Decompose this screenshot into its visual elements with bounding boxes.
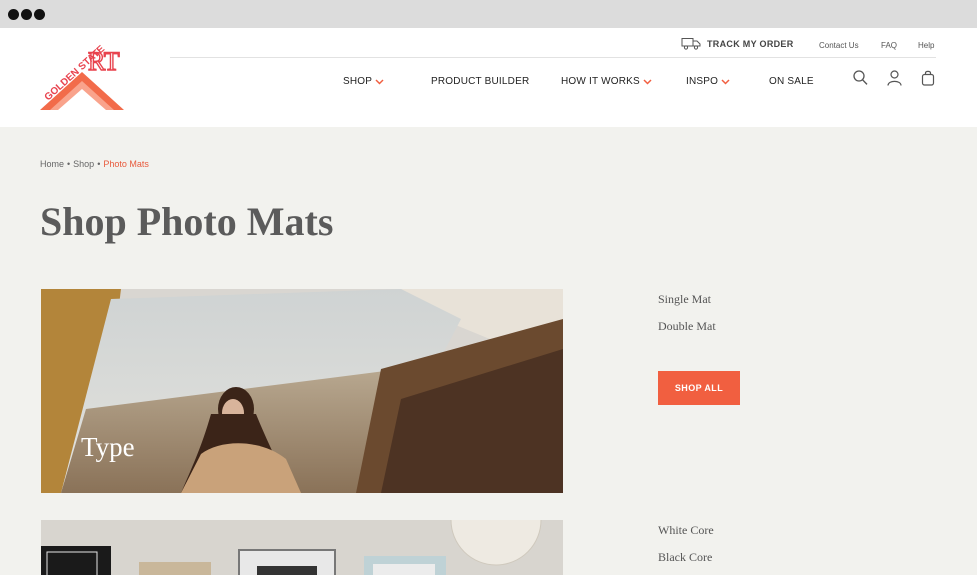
- account-icon[interactable]: [887, 70, 902, 86]
- breadcrumb-shop[interactable]: Shop: [73, 159, 94, 169]
- nav-item-label: ON SALE: [769, 76, 814, 87]
- nav-item-label: SHOP: [343, 76, 373, 87]
- category-image: [41, 520, 563, 575]
- nav-item-how-it-works[interactable]: HOW IT WORKS: [561, 76, 652, 87]
- chevron-down-icon: [643, 78, 652, 85]
- option-black-core[interactable]: Black Core: [658, 550, 712, 565]
- window-title-bar: [0, 0, 977, 28]
- breadcrumb-current: Photo Mats: [103, 159, 149, 169]
- option-single-mat[interactable]: Single Mat: [658, 292, 711, 307]
- contact-us-link[interactable]: Contact Us: [819, 41, 859, 50]
- category-card-core[interactable]: [41, 520, 563, 575]
- page-title: Shop Photo Mats: [40, 199, 334, 244]
- window-control-dot[interactable]: [21, 9, 32, 20]
- cart-icon[interactable]: [921, 70, 935, 86]
- nav-item-label: HOW IT WORKS: [561, 76, 640, 87]
- nav-item-inspo[interactable]: INSPO: [686, 76, 730, 87]
- breadcrumb-separator: •: [97, 159, 101, 169]
- chevron-down-icon: [375, 78, 384, 85]
- brand-logo[interactable]: GOLDEN STATE RT: [36, 34, 128, 110]
- window-control-dot[interactable]: [8, 9, 19, 20]
- header-divider: [170, 57, 936, 58]
- help-link[interactable]: Help: [918, 41, 934, 50]
- category-card-label: Type: [81, 432, 135, 462]
- window-control-dot[interactable]: [34, 9, 45, 20]
- faq-link[interactable]: FAQ: [881, 41, 897, 50]
- track-order-label: TRACK MY ORDER: [707, 38, 794, 49]
- chevron-down-icon: [721, 78, 730, 85]
- breadcrumb: Home • Shop • Photo Mats: [40, 159, 149, 169]
- search-icon[interactable]: [853, 70, 868, 86]
- site-header: GOLDEN STATE RT TRACK MY ORDER Contact U…: [0, 28, 977, 127]
- category-card-type[interactable]: Type: [41, 289, 563, 493]
- nav-item-product-builder[interactable]: PRODUCT BUILDER: [431, 76, 529, 87]
- nav-item-label: INSPO: [686, 76, 719, 87]
- shop-all-button[interactable]: SHOP ALL: [658, 371, 740, 405]
- option-double-mat[interactable]: Double Mat: [658, 319, 716, 334]
- nav-item-shop[interactable]: SHOP: [343, 76, 384, 87]
- nav-item-on-sale[interactable]: ON SALE: [769, 76, 814, 87]
- breadcrumb-separator: •: [67, 159, 71, 169]
- truck-icon: [681, 38, 701, 50]
- breadcrumb-home[interactable]: Home: [40, 159, 64, 169]
- nav-item-label: PRODUCT BUILDER: [431, 76, 530, 87]
- logo-text-bottom: RT: [88, 47, 120, 76]
- track-order-link[interactable]: TRACK MY ORDER: [681, 37, 794, 50]
- option-white-core[interactable]: White Core: [658, 523, 714, 538]
